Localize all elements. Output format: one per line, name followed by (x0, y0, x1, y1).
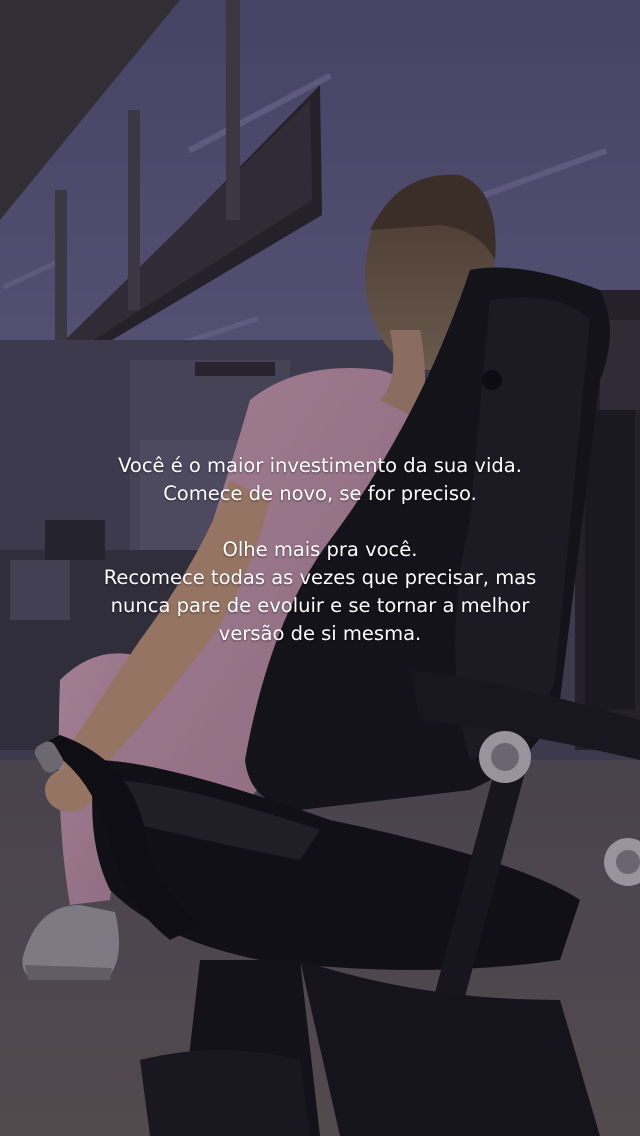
caption-line: Comece de novo, se for preciso. (163, 482, 477, 505)
story-caption: Você é o maior investimento da sua vida.… (20, 452, 620, 648)
caption-line: Você é o maior investimento da sua vida. (118, 454, 522, 477)
caption-paragraph-gap (20, 508, 620, 536)
caption-line: Recomece todas as vezes que precisar, ma… (103, 566, 537, 589)
caption-line: nunca pare de evoluir e se tornar a melh… (110, 594, 530, 617)
caption-line: Olhe mais pra você. (222, 538, 418, 561)
caption-line: versão de si mesma. (218, 622, 422, 645)
story-background-photo: Você é o maior investimento da sua vida.… (0, 0, 640, 1136)
